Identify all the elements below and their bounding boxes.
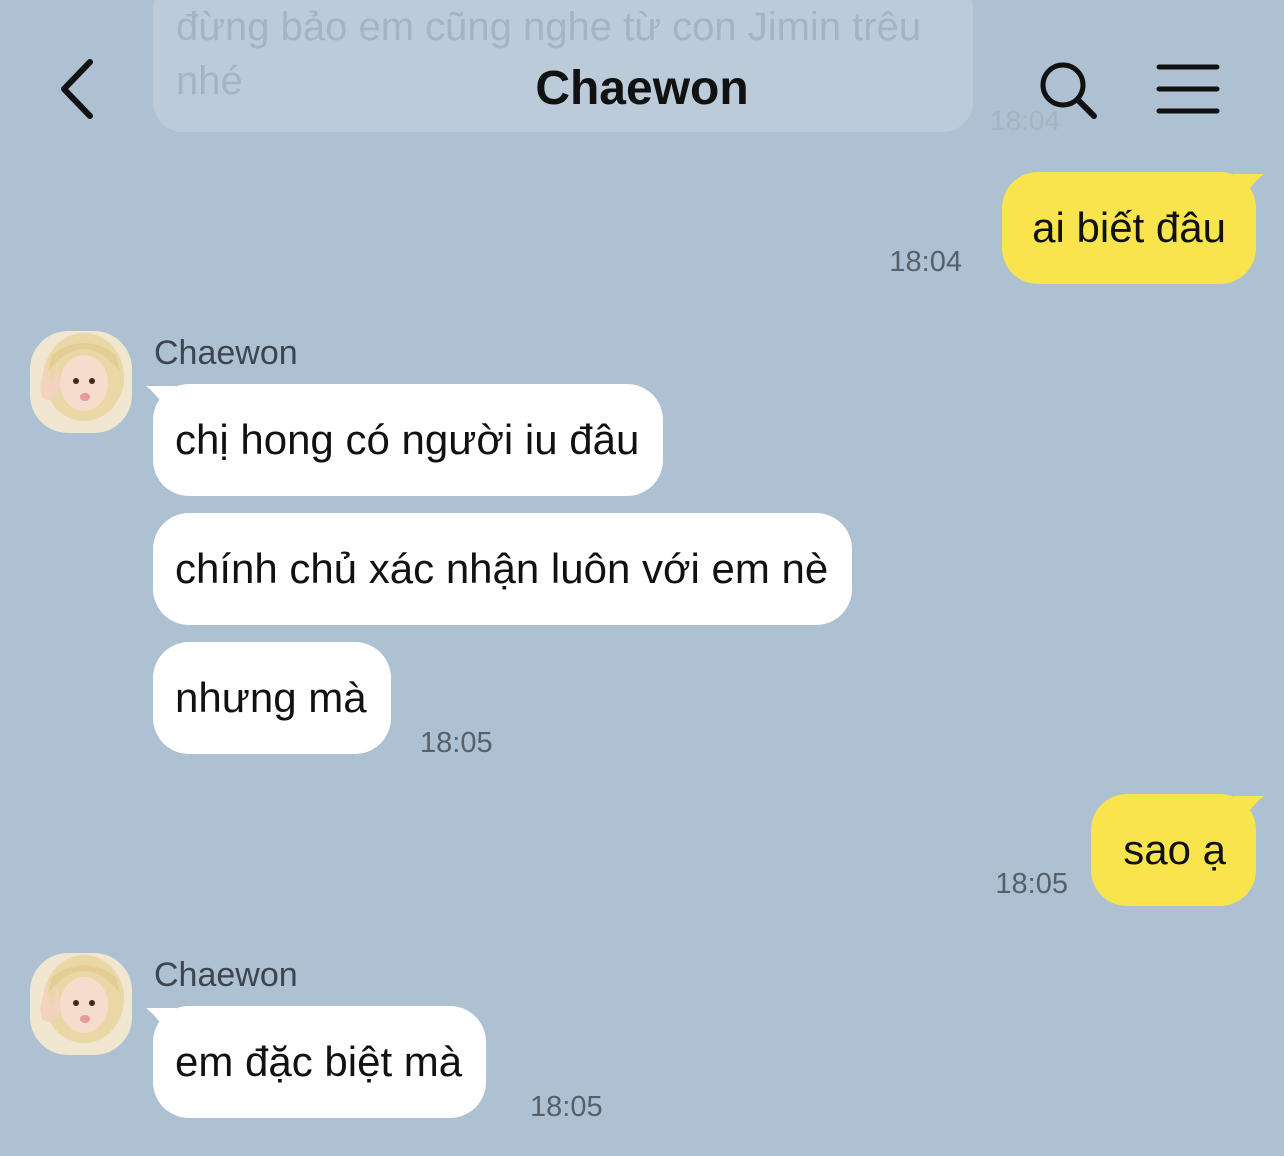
menu-icon[interactable] [1156, 62, 1220, 116]
chevron-left-icon[interactable] [52, 58, 102, 120]
avatar[interactable] [30, 953, 132, 1055]
message-time: 18:04 [889, 246, 962, 278]
sender-name: Chaewon [154, 956, 298, 994]
incoming-message-bubble[interactable]: chị hong có người iu đâu [153, 384, 664, 496]
incoming-message-bubble[interactable]: em đặc biệt mà [153, 1006, 487, 1118]
outgoing-message-bubble[interactable]: sao ạ [1091, 794, 1256, 906]
outgoing-message-bubble[interactable]: ai biết đâu [1002, 172, 1256, 284]
profile-photo [30, 331, 132, 433]
message-time: 18:05 [420, 727, 493, 759]
search-icon[interactable] [1036, 58, 1100, 122]
message-time: 18:05 [995, 868, 1068, 900]
message-time: 18:05 [530, 1091, 603, 1123]
chat-title: Chaewon [535, 62, 749, 115]
bubble-tail [1234, 174, 1264, 202]
incoming-message-bubble[interactable]: chính chủ xác nhận luôn với em nè [153, 513, 853, 625]
profile-photo [30, 953, 132, 1055]
avatar[interactable] [30, 331, 132, 433]
sender-name: Chaewon [154, 334, 298, 372]
incoming-message-bubble[interactable]: nhưng mà [153, 642, 391, 754]
bubble-tail [1234, 796, 1264, 824]
